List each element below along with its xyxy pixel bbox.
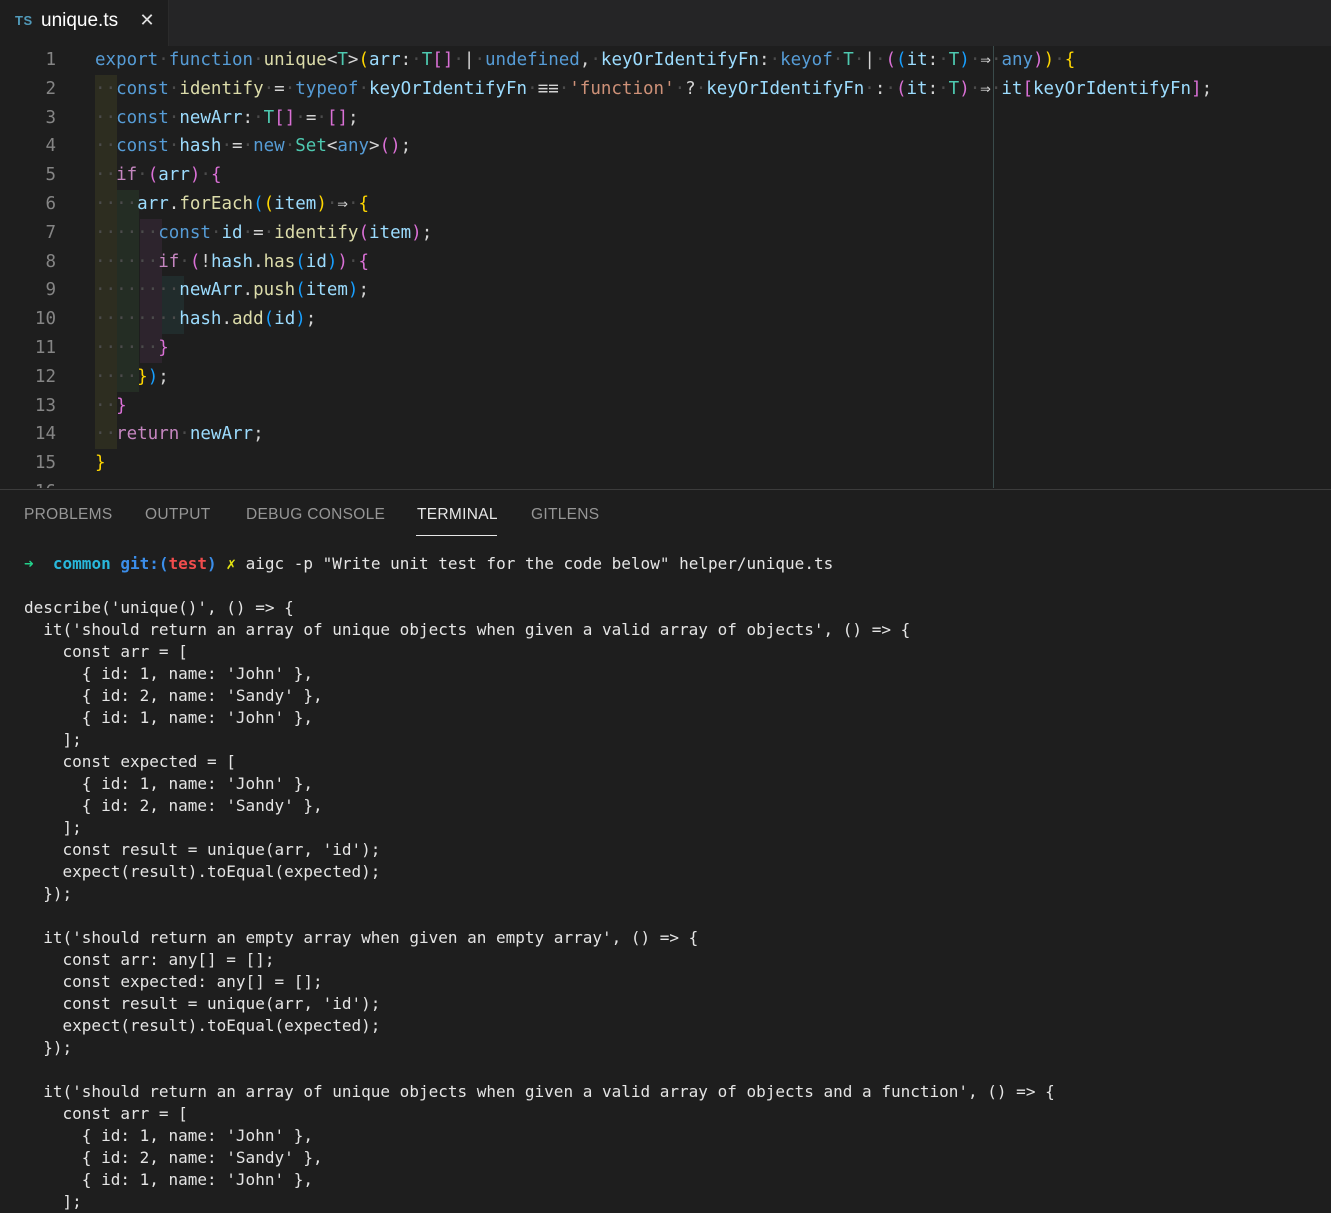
code-line: 15} bbox=[0, 449, 1331, 478]
tab-unique-ts[interactable]: TS unique.ts ✕ bbox=[0, 0, 169, 46]
line-number: 16 bbox=[0, 478, 56, 488]
code-line: 11 ······} bbox=[0, 334, 1331, 363]
code-text: } bbox=[95, 453, 106, 474]
line-number: 14 bbox=[34, 424, 56, 445]
code-text: ······} bbox=[95, 338, 169, 358]
code-text: export·function·unique<T>(arr:·T[]·|·und… bbox=[95, 50, 1076, 70]
prompt-git-branch: test bbox=[168, 554, 208, 573]
terminal-output-line: { id: 1, name: 'John' }, bbox=[24, 774, 313, 793]
tab-filename: unique.ts bbox=[41, 10, 119, 31]
terminal-output-line: const arr: any[] = []; bbox=[24, 950, 275, 969]
terminal-prompt: ➜ common git:(test) ✗ aigc -p "Write uni… bbox=[24, 553, 833, 575]
terminal-output-line: it('should return an empty array when gi… bbox=[24, 928, 699, 947]
code-text: ······if·(!hash.has(id))·{ bbox=[95, 251, 370, 272]
line-number: 12 bbox=[34, 366, 56, 387]
terminal-output-line: const result = unique(arr, 'id'); bbox=[24, 994, 381, 1013]
code-text: ··return·newArr; bbox=[95, 424, 264, 445]
code-line: 6 ····arr.forEach((item)·⇒·{ bbox=[0, 190, 1331, 219]
terminal-command: aigc -p "Write unit test for the code be… bbox=[245, 554, 834, 573]
line-number: 9 bbox=[45, 280, 56, 301]
line-number: 3 bbox=[45, 107, 56, 128]
prompt-git-label: git:( bbox=[120, 554, 169, 573]
code-text: ··const·newArr:·T[]·=·[]; bbox=[95, 107, 359, 128]
terminal-output-line: { id: 1, name: 'John' }, bbox=[24, 664, 313, 683]
terminal-output-line: expect(result).toEqual(expected); bbox=[24, 1016, 381, 1035]
tab-problems[interactable]: PROBLEMS bbox=[24, 506, 113, 524]
line-number: 4 bbox=[45, 136, 56, 157]
prompt-directory: common bbox=[52, 554, 111, 573]
code-text: ··} bbox=[95, 395, 127, 416]
code-editor[interactable]: 1 export·function·unique<T>(arr:·T[]·|·un… bbox=[0, 46, 1331, 488]
line-number: 8 bbox=[45, 251, 56, 272]
line-number: 6 bbox=[45, 194, 56, 214]
line-number: 2 bbox=[45, 78, 56, 99]
code-line: 9 ········newArr.push(item); bbox=[0, 276, 1331, 306]
tab-output[interactable]: OUTPUT bbox=[145, 506, 211, 524]
terminal-output-line: expect(result).toEqual(expected); bbox=[24, 862, 381, 881]
code-text: ····arr.forEach((item)·⇒·{ bbox=[95, 194, 370, 214]
line-number: 5 bbox=[45, 165, 56, 186]
terminal-output-line: ]; bbox=[24, 730, 82, 749]
code-line: 2 ··const·identify·=·typeof·keyOrIdentify… bbox=[0, 74, 1331, 104]
prompt-arrow-icon: ➜ bbox=[24, 554, 34, 573]
terminal-output-line: { id: 1, name: 'John' }, bbox=[24, 708, 313, 727]
editor-tab-bar: TS unique.ts ✕ bbox=[0, 0, 1331, 46]
code-text: ········newArr.push(item); bbox=[95, 280, 370, 301]
terminal-output-line: const arr = [ bbox=[24, 1104, 188, 1123]
code-line: 13 ··} bbox=[0, 391, 1331, 421]
active-tab-indicator bbox=[416, 535, 497, 536]
code-text: ··const·hash·=·new·Set<any>(); bbox=[95, 136, 412, 157]
terminal-output-line: describe('unique()', () => { bbox=[24, 598, 294, 617]
terminal-output-line: it('should return an array of unique obj… bbox=[24, 1082, 1055, 1101]
line-number: 15 bbox=[34, 453, 56, 474]
terminal-output-line: const arr = [ bbox=[24, 642, 188, 661]
bottom-panel: PROBLEMS OUTPUT DEBUG CONSOLE TERMINAL G… bbox=[0, 489, 1331, 1213]
code-text: ······const·id·=·identify(item); bbox=[95, 222, 433, 243]
code-line: 5 ··if·(arr)·{ bbox=[0, 161, 1331, 190]
terminal-output-line: }); bbox=[24, 884, 73, 903]
code-line: 10 ········hash.add(id); bbox=[0, 305, 1331, 334]
terminal-output-line: const result = unique(arr, 'id'); bbox=[24, 840, 381, 859]
line-number: 7 bbox=[45, 222, 56, 243]
code-line: 4 ··const·hash·=·new·Set<any>(); bbox=[0, 132, 1331, 162]
terminal-output-line: }); bbox=[24, 1038, 73, 1057]
terminal-output-line: { id: 2, name: 'Sandy' }, bbox=[24, 1148, 323, 1167]
line-number: 1 bbox=[45, 50, 56, 70]
terminal-output-line: const expected: any[] = []; bbox=[24, 972, 323, 991]
tab-gitlens[interactable]: GITLENS bbox=[531, 506, 599, 524]
code-text: ····}); bbox=[95, 366, 169, 387]
terminal-output-line: it('should return an array of unique obj… bbox=[24, 620, 911, 639]
terminal-output-line: { id: 1, name: 'John' }, bbox=[24, 1126, 313, 1145]
terminal-output-line: ]; bbox=[24, 1192, 82, 1211]
prompt-git-close: ) bbox=[207, 554, 217, 573]
terminal-output-line: { id: 1, name: 'John' }, bbox=[24, 1170, 313, 1189]
line-number: 10 bbox=[34, 309, 56, 330]
code-text: ··if·(arr)·{ bbox=[95, 165, 222, 186]
terminal-output-line: const expected = [ bbox=[24, 752, 236, 771]
code-line: 7 ······const·id·=·identify(item); bbox=[0, 218, 1331, 248]
code-text: ··const·identify·=·typeof·keyOrIdentifyF… bbox=[95, 78, 1213, 99]
code-line: 3 ··const·newArr:·T[]·=·[]; bbox=[0, 103, 1331, 133]
code-line: 12 ····}); bbox=[0, 362, 1331, 392]
terminal-output-line: { id: 2, name: 'Sandy' }, bbox=[24, 686, 323, 705]
code-line: 14 ··return·newArr; bbox=[0, 420, 1331, 450]
tab-terminal[interactable]: TERMINAL bbox=[417, 506, 498, 524]
code-line: 8 ······if·(!hash.has(id))·{ bbox=[0, 247, 1331, 277]
terminal-output-line: ]; bbox=[24, 818, 82, 837]
terminal-output-line: { id: 2, name: 'Sandy' }, bbox=[24, 796, 323, 815]
line-number: 11 bbox=[34, 338, 56, 358]
line-number: 13 bbox=[34, 395, 56, 416]
close-icon[interactable]: ✕ bbox=[136, 8, 158, 34]
code-line: 16 bbox=[0, 478, 1331, 488]
typescript-file-icon: TS bbox=[15, 13, 33, 28]
dirty-indicator-icon: ✗ bbox=[226, 554, 236, 573]
code-text: ········hash.add(id); bbox=[95, 309, 317, 330]
tab-debug-console[interactable]: DEBUG CONSOLE bbox=[246, 506, 385, 524]
code-line: 1 export·function·unique<T>(arr:·T[]·|·un… bbox=[0, 46, 1331, 75]
